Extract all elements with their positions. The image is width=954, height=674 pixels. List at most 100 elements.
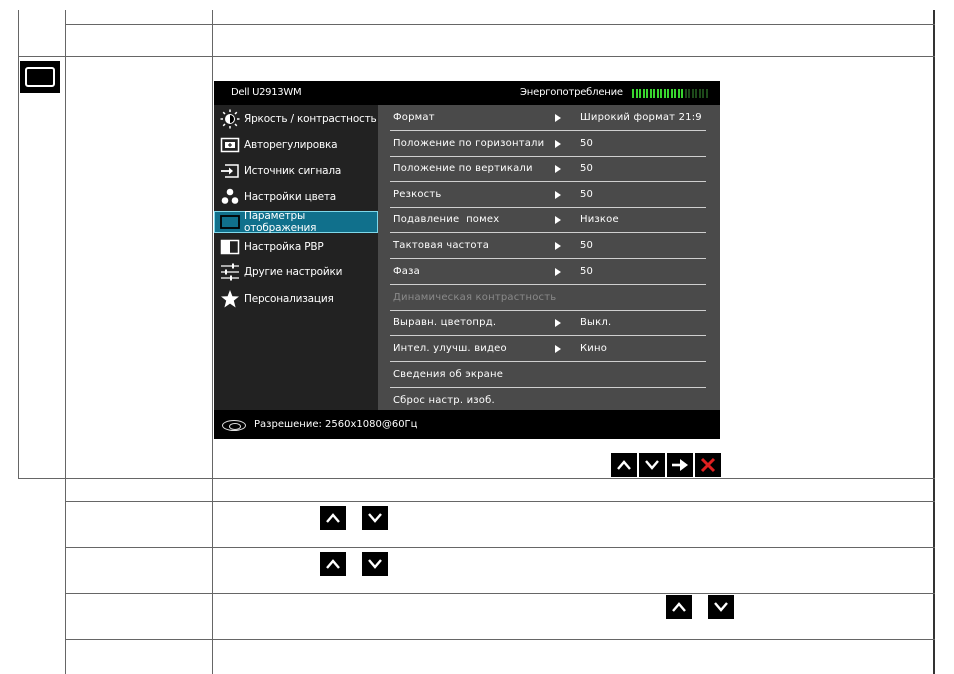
up-icon	[326, 513, 340, 523]
table-column-divider	[212, 10, 213, 674]
energy-meter	[632, 89, 710, 98]
menu-item-personalize[interactable]: Персонализация	[215, 288, 377, 310]
energy-segment	[635, 89, 638, 98]
energy-segment	[674, 89, 676, 98]
submenu-label: Сброс настр. изоб.	[393, 395, 495, 406]
other-settings-icon	[220, 262, 240, 282]
osd-submenu: Формат Широкий формат 21:9 Положение по …	[378, 105, 720, 410]
energy-segment	[632, 89, 634, 98]
submenu-label: Выравн. цветопрд.	[393, 317, 497, 328]
menu-item-display-settings[interactable]: Параметры отображения	[214, 210, 378, 234]
energy-segment	[667, 89, 669, 98]
osd-footer: Разрешение: 2560x1080@60Гц	[214, 410, 720, 439]
submenu-label: Резкость	[393, 189, 442, 200]
submenu-label: Тактовая частота	[393, 240, 490, 251]
energy-segment	[681, 89, 683, 98]
up-icon	[672, 602, 686, 612]
energy-segment	[639, 89, 641, 98]
submenu-item-noise-reduction[interactable]: Подавление помех Низкое	[390, 207, 706, 233]
down-button[interactable]	[362, 552, 388, 576]
auto-adjust-icon	[220, 135, 240, 155]
down-icon	[714, 602, 728, 612]
triangle-right-icon	[555, 165, 561, 173]
up-icon	[617, 460, 631, 470]
submenu-label: Положение по вертикали	[393, 163, 533, 174]
triangle-right-icon	[555, 268, 561, 276]
energy-segment	[642, 89, 645, 98]
triangle-right-icon	[555, 216, 561, 224]
up-button[interactable]	[611, 453, 637, 477]
display-settings-icon	[20, 61, 60, 93]
menu-item-label: Другие настройки	[244, 266, 343, 278]
osd-menu: Dell U2913WM Энергопотребление Яркость /…	[214, 81, 720, 439]
enter-button[interactable]	[667, 453, 693, 477]
row-divider	[65, 501, 935, 502]
menu-item-label: Источник сигнала	[244, 165, 342, 177]
submenu-label: Фаза	[393, 266, 420, 277]
submenu-item-dynamic-contrast: Динамическая контрастность	[390, 285, 706, 311]
energy-label: Энергопотребление	[520, 87, 623, 98]
down-icon	[645, 460, 659, 470]
submenu-item-phase[interactable]: Фаза 50	[390, 259, 706, 285]
submenu-item-smart-video[interactable]: Интел. улучш. видео Кино	[390, 336, 706, 362]
submenu-label: Формат	[393, 112, 435, 123]
color-settings-icon	[220, 187, 240, 207]
up-icon	[326, 559, 340, 569]
row-divider	[65, 593, 935, 594]
submenu-item-v-position[interactable]: Положение по вертикали 50	[390, 156, 706, 182]
up-button[interactable]	[320, 552, 346, 576]
menu-item-other-settings[interactable]: Другие настройки	[215, 261, 377, 283]
row-divider	[65, 24, 935, 25]
down-button[interactable]	[639, 453, 665, 477]
down-button[interactable]	[708, 595, 734, 619]
energy-segment	[660, 89, 662, 98]
row-divider	[18, 56, 935, 57]
down-button[interactable]	[362, 506, 388, 530]
brightness-icon	[220, 109, 240, 129]
energy-segment	[705, 89, 708, 98]
triangle-right-icon	[555, 140, 561, 148]
monitor-model: Dell U2913WM	[231, 87, 302, 98]
display-settings-icon	[220, 212, 240, 232]
menu-item-pbp[interactable]: Настройка PBP	[215, 236, 377, 258]
energy-segment	[670, 89, 673, 98]
submenu-item-color-uniformity[interactable]: Выравн. цветопрд. Выкл.	[390, 310, 706, 336]
submenu-label: Сведения об экране	[393, 369, 504, 380]
menu-item-brightness-contrast[interactable]: Яркость / контрастность	[215, 108, 377, 130]
menu-item-auto-adjust[interactable]: Авторегулировка	[215, 134, 377, 156]
pbp-icon	[220, 237, 240, 257]
menu-item-input-source[interactable]: Источник сигнала	[215, 160, 377, 182]
menu-item-color-settings[interactable]: Настройки цвета	[215, 186, 377, 208]
submenu-item-aspect-ratio[interactable]: Формат Широкий формат 21:9	[390, 105, 706, 131]
row-divider	[65, 547, 935, 548]
submenu-item-pixel-clock[interactable]: Тактовая частота 50	[390, 233, 706, 259]
energy-segment	[698, 89, 701, 98]
energy-segment	[684, 89, 687, 98]
submenu-label: Динамическая контрастность	[393, 292, 557, 303]
submenu-value: Кино	[580, 343, 608, 354]
energy-segment	[646, 89, 648, 98]
submenu-value: Широкий формат 21:9	[580, 112, 702, 123]
submenu-item-display-info[interactable]: Сведения об экране	[390, 362, 706, 388]
up-button[interactable]	[320, 506, 346, 530]
triangle-right-icon	[555, 319, 561, 327]
submenu-label: Положение по горизонтали	[393, 138, 545, 149]
submenu-item-sharpness[interactable]: Резкость 50	[390, 182, 706, 208]
row-divider	[18, 478, 935, 479]
right-arrow-icon	[672, 459, 688, 471]
down-icon	[368, 513, 382, 523]
energy-segment	[677, 89, 680, 98]
energy-segment	[691, 89, 694, 98]
energy-segment	[649, 89, 652, 98]
up-button[interactable]	[666, 595, 692, 619]
submenu-value: Выкл.	[580, 317, 612, 328]
submenu-item-h-position[interactable]: Положение по горизонтали 50	[390, 131, 706, 157]
menu-item-label: Настройки цвета	[244, 191, 336, 203]
table-border-left	[18, 10, 19, 479]
menu-item-label: Персонализация	[244, 293, 334, 305]
table-border-inner	[65, 10, 66, 674]
star-icon	[220, 289, 240, 309]
close-button[interactable]	[695, 453, 721, 477]
resolution-text: Разрешение: 2560x1080@60Гц	[254, 419, 418, 430]
submenu-label: Подавление помех	[393, 214, 500, 225]
